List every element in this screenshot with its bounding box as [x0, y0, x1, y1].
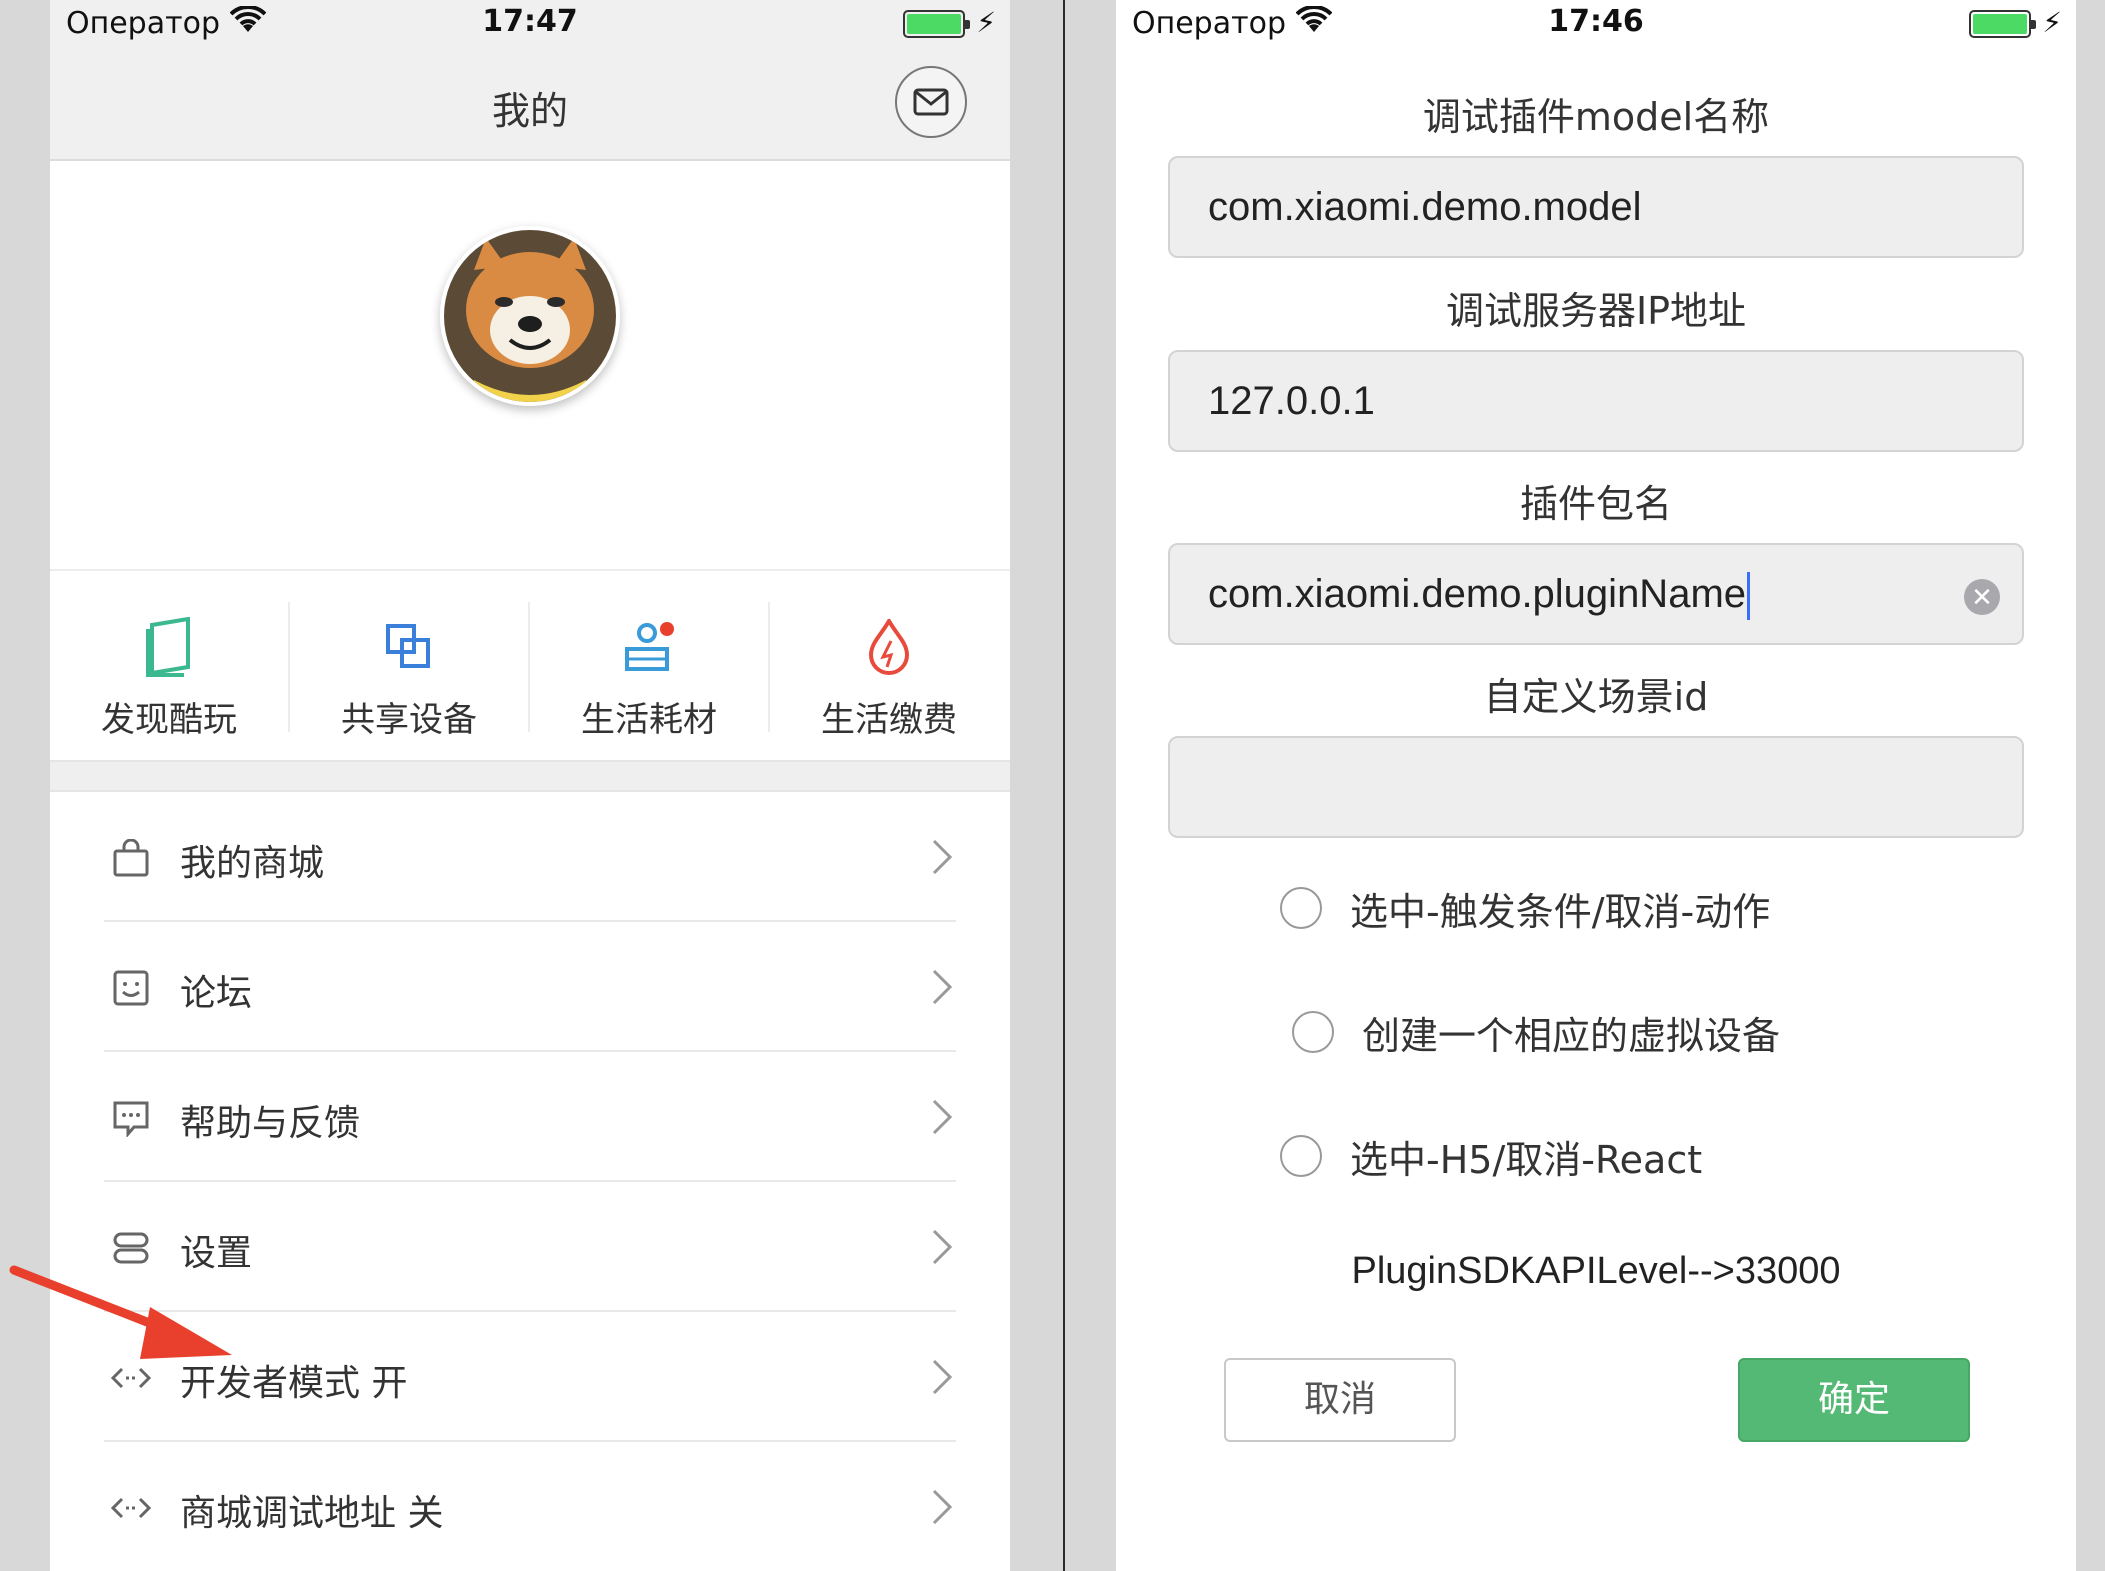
server-ip-value: 127.0.0.1 [1208, 379, 1375, 423]
chevron-right-icon [932, 1229, 953, 1265]
radio-button[interactable] [1280, 887, 1322, 929]
menu-item-label: 商城调试地址 关 [180, 1493, 444, 1534]
menu-item-store-debug-address[interactable]: 商城调试地址 关 [50, 1442, 1010, 1571]
status-bar: Оператор 17:47 ⚡ [50, 0, 1010, 50]
annotation-arrow-icon [9, 1265, 232, 1359]
menu-item-help-feedback[interactable]: 帮助与反馈 [50, 1052, 1010, 1182]
menu-item-forum[interactable]: 论坛 [50, 922, 1010, 1052]
nav-bar: Оператор 17:47 ⚡ 我的 [50, 0, 1010, 161]
book-icon [50, 612, 288, 682]
code-arrows-icon [110, 1487, 152, 1529]
clock: 17:46 [1548, 4, 1644, 39]
server-ip-input[interactable]: 127.0.0.1 [1168, 350, 2024, 452]
chevron-right-icon [932, 969, 953, 1005]
chat-bubble-icon [110, 1097, 152, 1139]
package-name-label: 插件包名 [1519, 482, 1672, 526]
chevron-right-icon [932, 1359, 953, 1395]
charging-icon: ⚡ [976, 6, 996, 39]
smiley-icon [110, 967, 152, 1009]
mail-button[interactable] [895, 66, 967, 138]
menu-item-label: 帮助与反馈 [180, 1103, 361, 1144]
quick-action-label: 生活耗材 [581, 700, 717, 740]
quick-action-shared-devices[interactable]: 共享设备 [290, 572, 528, 760]
flame-icon [770, 612, 1008, 682]
shopping-bag-icon [110, 837, 152, 879]
quick-action-discover[interactable]: 发现酷玩 [50, 572, 288, 760]
option-trigger-action[interactable]: 选中-触发条件/取消-动作 [1280, 878, 1770, 938]
debug-settings-screen: Оператор 17:46 ⚡ 调试插件model名称 com.xiaomi.… [1116, 0, 2076, 1571]
page-title: 我的 [491, 89, 568, 133]
option-virtual-device[interactable]: 创建一个相应的虚拟设备 [1292, 1002, 1780, 1062]
section-gap [50, 760, 1010, 792]
battery-icon [1969, 10, 2036, 38]
confirm-button[interactable]: 确定 [1738, 1358, 1970, 1442]
menu-item-label: 我的商城 [180, 843, 325, 884]
chevron-right-icon [932, 839, 953, 875]
server-ip-label: 调试服务器IP地址 [1445, 289, 1747, 333]
option-label: 创建一个相应的虚拟设备 [1362, 1013, 1781, 1058]
scene-id-input[interactable] [1168, 736, 2024, 838]
divider [1063, 0, 1065, 1571]
consumables-icon [530, 612, 768, 682]
model-name-input[interactable]: com.xiaomi.demo.model [1168, 156, 2024, 258]
scene-id-label: 自定义场景id [1483, 675, 1709, 719]
menu-item-my-store[interactable]: 我的商城 [50, 792, 1010, 922]
cancel-button[interactable]: 取消 [1224, 1358, 1456, 1442]
envelope-icon [913, 88, 949, 116]
package-name-input[interactable]: com.xiaomi.demo.pluginName ✕ [1168, 543, 2024, 645]
package-name-value: com.xiaomi.demo.pluginName [1208, 572, 1747, 616]
share-devices-icon [290, 612, 528, 682]
chevron-right-icon [932, 1099, 953, 1135]
quick-actions: 发现酷玩 共享设备 生活耗材 生活缴费 [50, 572, 1010, 760]
option-label: 选中-H5/取消-React [1350, 1137, 1703, 1182]
quick-action-label: 共享设备 [341, 700, 477, 740]
radio-button[interactable] [1280, 1135, 1322, 1177]
quick-action-consumables[interactable]: 生活耗材 [530, 572, 768, 760]
charging-icon: ⚡ [2042, 6, 2062, 39]
model-name-value: com.xiaomi.demo.model [1208, 185, 1642, 229]
quick-action-label: 生活缴费 [821, 700, 957, 740]
model-name-label: 调试插件model名称 [1422, 95, 1770, 139]
clear-icon[interactable]: ✕ [1964, 579, 2000, 615]
chevron-right-icon [932, 1489, 953, 1525]
text-caret [1747, 572, 1751, 621]
status-bar: Оператор 17:46 ⚡ [1116, 0, 2076, 50]
avatar[interactable] [440, 226, 620, 406]
quick-action-label: 发现酷玩 [101, 700, 237, 740]
option-label: 选中-触发条件/取消-动作 [1350, 889, 1771, 934]
radio-button[interactable] [1292, 1011, 1334, 1053]
quick-action-utilities[interactable]: 生活缴费 [770, 572, 1008, 760]
sdk-api-level: PluginSDKAPILevel-->33000 [1351, 1250, 1841, 1292]
menu-item-label: 论坛 [180, 973, 253, 1014]
menu-list: 我的商城 论坛 帮助与反馈 设置 开发者模式 开 商城调试地址 关 [50, 792, 1010, 1571]
option-h5-react[interactable]: 选中-H5/取消-React [1280, 1126, 1702, 1186]
battery-icon [903, 10, 970, 38]
clock: 17:47 [482, 4, 578, 39]
profile-header [50, 161, 1010, 571]
